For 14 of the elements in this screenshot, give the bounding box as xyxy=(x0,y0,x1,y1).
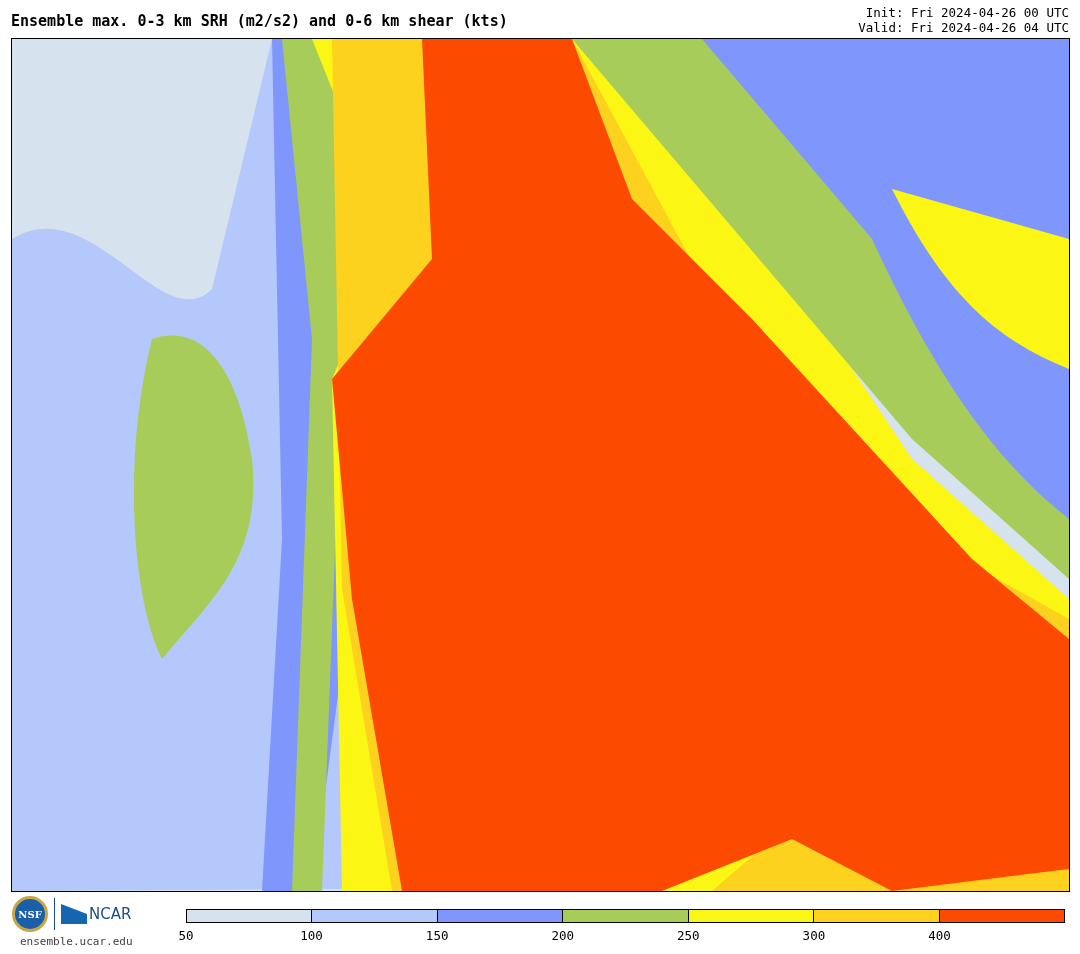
valid-time: Valid: Fri 2024-04-26 04 UTC xyxy=(858,20,1069,35)
colorbar-label: 400 xyxy=(928,927,951,945)
colorbar-label: 200 xyxy=(551,927,574,945)
colorbar-label: 250 xyxy=(677,927,700,945)
ncar-logo-icon xyxy=(61,904,87,924)
colorbar-label: 50 xyxy=(178,927,194,945)
colorbar-label: 150 xyxy=(425,927,449,945)
colorbar-label: 300 xyxy=(802,927,826,945)
ncar-logo: NCAR xyxy=(89,903,132,925)
init-time: Init: Fri 2024-04-26 00 UTC xyxy=(865,5,1069,20)
colorbar-label: 100 xyxy=(300,927,323,945)
chart-title: Ensemble max. 0-3 km SRH (m2/s2) and 0-6 km shear (kts) xyxy=(11,10,508,32)
nsf-logo: NSF xyxy=(12,896,48,932)
site-url: ensemble.ucar.edu xyxy=(20,934,133,950)
